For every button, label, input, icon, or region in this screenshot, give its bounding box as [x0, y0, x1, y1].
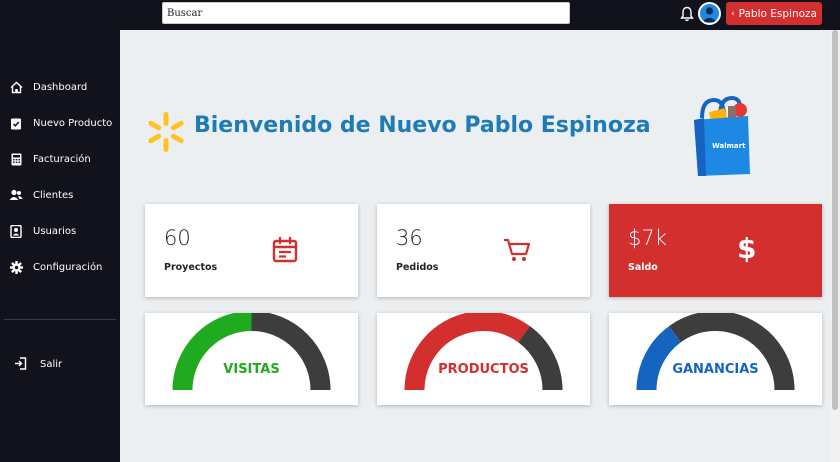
user-name: Pablo Espinoza: [738, 7, 817, 20]
sidebar-item-dashboard[interactable]: Dashboard: [0, 75, 120, 99]
sidebar-item-label: Facturación: [33, 153, 91, 165]
id-card-icon: [9, 224, 23, 238]
search-input[interactable]: [162, 2, 570, 24]
cart-icon: [504, 238, 531, 261]
logout-icon: [14, 357, 28, 371]
sidebar-item-label: Clientes: [33, 189, 74, 201]
stat-label: Saldo: [628, 262, 658, 273]
sidebar: Dashboard Nuevo Producto Facturación Cli…: [0, 30, 120, 462]
stat-card-saldo[interactable]: $7k Saldo $: [609, 204, 822, 297]
gauge-label: PRODUCTOS: [438, 362, 529, 377]
gear-icon: [9, 260, 23, 274]
bell-icon[interactable]: [680, 6, 694, 22]
stat-value: 36: [396, 226, 423, 250]
stat-label: Pedidos: [396, 262, 439, 273]
users-icon: [9, 188, 23, 202]
logout-label: Salir: [40, 358, 63, 370]
gauge-visitas: [172, 313, 331, 391]
sidebar-item-facturacion[interactable]: Facturación: [0, 147, 120, 171]
gauge-card-visitas[interactable]: VISITAS: [145, 313, 358, 405]
stat-value: 60: [164, 226, 191, 250]
gauge-fill: [404, 313, 530, 391]
sidebar-item-usuarios[interactable]: Usuarios: [0, 219, 120, 243]
logout-button[interactable]: Salir: [0, 352, 120, 376]
stat-card-pedidos[interactable]: 36 Pedidos: [377, 204, 590, 297]
sidebar-item-clientes[interactable]: Clientes: [0, 183, 120, 207]
calculator-icon: [9, 152, 23, 166]
sidebar-divider: [4, 319, 116, 320]
sidebar-item-label: Dashboard: [33, 81, 88, 93]
gauge-card-productos[interactable]: PRODUCTOS: [377, 313, 590, 405]
home-icon: [9, 80, 23, 94]
chevron-left-icon: ‹: [731, 8, 735, 19]
scrollbar-thumb[interactable]: [832, 30, 838, 410]
gauge-ganancias: [636, 313, 795, 391]
sidebar-item-configuracion[interactable]: Configuración: [0, 255, 120, 279]
bag-brand-text: Walmart: [712, 142, 746, 150]
gauge-productos: [404, 313, 563, 391]
stat-value: $7k: [628, 226, 667, 250]
sidebar-item-label: Usuarios: [33, 225, 77, 237]
sidebar-item-label: Configuración: [33, 261, 103, 273]
calendar-icon: [272, 236, 298, 263]
welcome-title: Bienvenido de Nuevo Pablo Espinoza: [194, 113, 651, 138]
user-avatar-icon[interactable]: [698, 2, 721, 25]
walmart-spark-icon: [148, 112, 184, 152]
user-menu-button[interactable]: ‹ Pablo Espinoza: [726, 2, 822, 25]
stat-card-proyectos[interactable]: 60 Proyectos: [145, 204, 358, 297]
gauge-track: [669, 313, 795, 391]
walmart-bag-image: Walmart: [694, 96, 750, 176]
clipboard-check-icon: [9, 116, 23, 130]
gauge-label: GANANCIAS: [672, 362, 759, 377]
gauge-label: VISITAS: [223, 362, 280, 377]
stat-label: Proyectos: [164, 262, 218, 273]
gauge-fill: [172, 313, 252, 391]
sidebar-item-label: Nuevo Producto: [33, 117, 113, 129]
gauge-card-ganancias[interactable]: GANANCIAS: [609, 313, 822, 405]
top-bar: ‹ Pablo Espinoza: [0, 0, 840, 30]
dollar-icon: $: [737, 232, 757, 265]
sidebar-item-nuevo-producto[interactable]: Nuevo Producto: [0, 111, 120, 135]
gauge-track: [251, 313, 331, 391]
